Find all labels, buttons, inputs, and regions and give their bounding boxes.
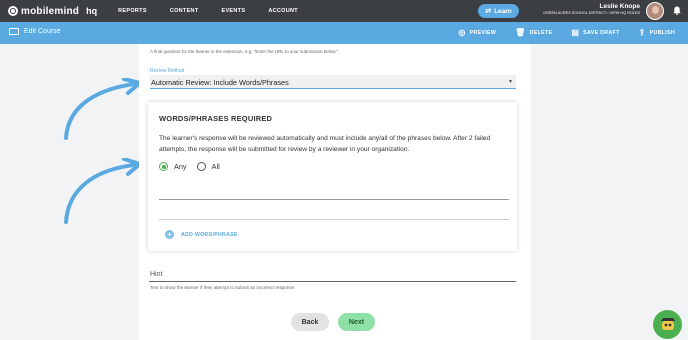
radio-all[interactable]: [196, 162, 206, 171]
logo[interactable]: mobilemind hq: [8, 0, 97, 22]
radio-any-label[interactable]: Any: [174, 162, 187, 171]
preview-icon: ◎: [458, 28, 466, 37]
card-description: The learner's response will be reviewed …: [159, 135, 491, 153]
toolbar-actions: ◎ PREVIEW 🗑 DELETE ▤ SAVE DRAFT ⇪ PUBLIS…: [439, 28, 675, 37]
card-title: WORDS/PHRASES REQUIRED: [159, 114, 273, 123]
review-method-label: Review Method: [150, 68, 185, 74]
preview-button[interactable]: ◎ PREVIEW: [458, 28, 496, 37]
user-org[interactable]: GREEN ACRES SCHOOL DISTRICT • VIEW HQ RO…: [543, 11, 640, 15]
logo-icon: [8, 6, 18, 16]
hint-placeholder: Hint: [150, 271, 163, 278]
delete-button[interactable]: 🗑 DELETE: [515, 28, 552, 37]
next-button[interactable]: Next: [338, 313, 375, 331]
logo-hq: hq: [86, 6, 98, 16]
chevron-down-icon: ▼: [508, 79, 513, 85]
radio-any[interactable]: [159, 162, 168, 171]
save-draft-button[interactable]: ▤ SAVE DRAFT: [571, 28, 619, 37]
review-method-select[interactable]: Automatic Review: Include Words/Phrases …: [150, 75, 516, 89]
add-word-phrase-label: ADD WORD/PHRASE: [181, 231, 238, 238]
delete-label: DELETE: [529, 29, 553, 36]
hint-input[interactable]: Hint: [149, 267, 516, 282]
save-icon: ▤: [571, 28, 580, 37]
nav-content[interactable]: CONTENT: [170, 8, 199, 14]
hint-help-text: Text to show the learner if they attempt…: [150, 285, 296, 290]
publish-button[interactable]: ⇪ PUBLISH: [639, 28, 675, 37]
avatar[interactable]: [646, 2, 664, 20]
preview-label: PREVIEW: [469, 29, 497, 36]
user-info: Leslie Knope GREEN ACRES SCHOOL DISTRICT…: [543, 3, 640, 15]
editor-toolbar: Edit Course ◎ PREVIEW 🗑 DELETE ▤ SAVE DR…: [0, 22, 688, 44]
shuffle-icon: ⇄: [485, 8, 492, 15]
phrase-input[interactable]: [159, 199, 509, 200]
nav-events[interactable]: EVENTS: [222, 8, 246, 14]
trash-icon: 🗑: [515, 28, 526, 37]
divider: [159, 219, 509, 220]
main-nav: REPORTS CONTENT EVENTS ACCOUNT: [118, 8, 321, 14]
learn-button-label: Learn: [494, 7, 512, 15]
bell-icon[interactable]: [673, 6, 681, 15]
words-phrases-card: WORDS/PHRASES REQUIRED The learner's res…: [148, 102, 517, 251]
question-editor-panel: A final question for the learner in the …: [139, 44, 531, 340]
user-name: Leslie Knope: [599, 3, 640, 10]
annotation-arrow-top: [64, 78, 142, 140]
top-nav-bar: mobilemind hq REPORTS CONTENT EVENTS ACC…: [0, 0, 688, 22]
chat-bot-icon: [660, 317, 675, 330]
upload-icon: ⇪: [638, 28, 646, 37]
nav-account[interactable]: ACCOUNT: [268, 8, 298, 14]
learn-button[interactable]: ⇄ Learn: [478, 4, 519, 18]
logo-text: mobilemind: [21, 5, 80, 17]
edit-course-label: Edit Course: [24, 28, 61, 35]
publish-label: PUBLISH: [649, 29, 675, 36]
intro-hint: A final question for the learner in the …: [150, 49, 339, 54]
save-draft-label: SAVE DRAFT: [583, 29, 620, 36]
match-mode-radio-group: Any All: [159, 162, 230, 171]
laptop-icon: [9, 28, 19, 35]
add-word-phrase-button[interactable]: + ADD WORD/PHRASE: [165, 230, 238, 239]
edit-course-title: Edit Course: [9, 28, 61, 35]
radio-all-label[interactable]: All: [212, 162, 220, 171]
annotation-arrow-bottom: [64, 158, 142, 224]
plus-icon: +: [165, 230, 174, 239]
nav-reports[interactable]: REPORTS: [118, 8, 147, 14]
back-button[interactable]: Back: [291, 313, 329, 331]
review-method-value: Automatic Review: Include Words/Phrases: [151, 78, 289, 87]
chat-widget-button[interactable]: [653, 310, 682, 339]
